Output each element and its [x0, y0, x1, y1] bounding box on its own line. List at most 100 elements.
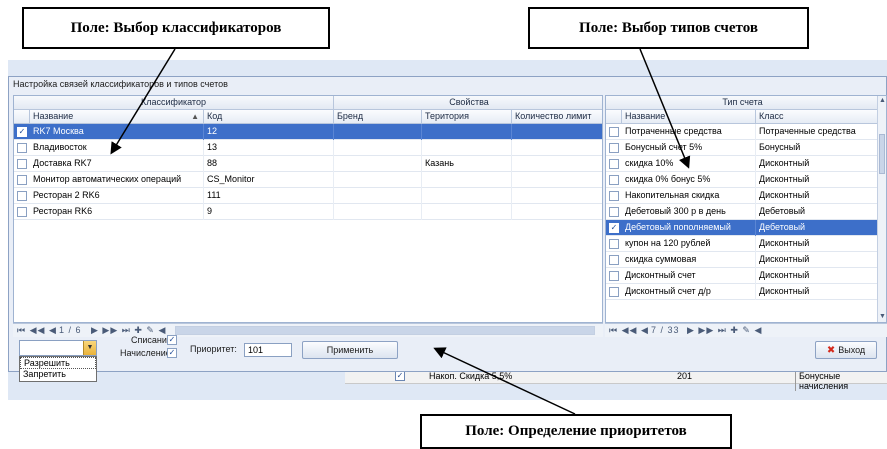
account-type-row[interactable]: скидка суммовая Дисконтный	[606, 252, 886, 268]
navigator-position: 1 / 6	[59, 325, 82, 335]
cell-account-name: купон на 120 рублей	[622, 236, 756, 252]
header-name[interactable]: Название ▲	[30, 110, 204, 124]
navigator-first-prev-icons[interactable]: ⏮ ◀◀ ◀	[609, 325, 649, 336]
row-checkbox[interactable]	[17, 207, 27, 217]
cell-code: CS_Monitor	[204, 172, 334, 188]
row-checkbox[interactable]	[609, 287, 619, 297]
row-checkbox[interactable]	[609, 159, 619, 169]
account-type-row[interactable]: Дебетовый 300 р в день Дебетовый	[606, 204, 886, 220]
close-icon: ✖	[826, 345, 836, 356]
classifier-row[interactable]: Доставка RK7 88 Казань	[14, 156, 602, 172]
cell-code: 13	[204, 140, 334, 156]
cell-code: 9	[204, 204, 334, 220]
cell-brand	[334, 204, 422, 220]
header-limit[interactable]: Количество лимит	[512, 110, 602, 124]
classifiers-grid: Классификатор Свойства Название ▲ Код Бр…	[13, 95, 603, 323]
navigator-position: 7 / 33	[651, 325, 680, 335]
underlying-row-type: Бонусные начисления	[795, 371, 887, 391]
priority-label: Приоритет:	[190, 344, 237, 354]
classifier-row[interactable]: ✓ RK7 Москва 12	[14, 124, 602, 140]
row-checkbox[interactable]	[609, 207, 619, 217]
permission-combobox[interactable]: ▼	[19, 340, 97, 356]
classifier-row[interactable]: Ресторан 2 RK6 111	[14, 188, 602, 204]
account-types-header-row: Название Класс	[606, 110, 886, 124]
classifier-row[interactable]: Монитор автоматических операций CS_Monit…	[14, 172, 602, 188]
apply-button[interactable]: Применить	[302, 341, 398, 359]
classifier-row[interactable]: Владивосток 13	[14, 140, 602, 156]
account-type-row[interactable]: Дисконтный счет Дисконтный	[606, 268, 886, 284]
cell-code: 111	[204, 188, 334, 204]
cell-code: 12	[204, 124, 334, 140]
classifier-row[interactable]: Ресторан RK6 9	[14, 204, 602, 220]
cell-account-name: скидка 10%	[622, 156, 756, 172]
write-off-checkbox[interactable]: ✓	[167, 335, 177, 345]
header-code[interactable]: Код	[204, 110, 334, 124]
horizontal-scrollbar[interactable]	[175, 326, 595, 335]
row-checkbox[interactable]: ✓	[17, 127, 27, 137]
classifiers-header-row: Название ▲ Код Бренд Територия Количеств…	[14, 110, 602, 124]
account-type-row[interactable]: скидка 0% бонус 5% Дисконтный	[606, 172, 886, 188]
cell-account-name: скидка 0% бонус 5%	[622, 172, 756, 188]
cell-territory	[422, 172, 512, 188]
navigator-first-prev-icons[interactable]: ⏮ ◀◀ ◀	[17, 325, 57, 336]
account-type-row[interactable]: ✓ Дебетовый пополняемый Дебетовый	[606, 220, 886, 236]
cell-name: RK7 Москва	[30, 124, 204, 140]
account-type-row[interactable]: Потраченные средства Потраченные средств…	[606, 124, 886, 140]
row-checkbox[interactable]	[609, 271, 619, 281]
account-type-row[interactable]: Дисконтный счет д/р Дисконтный	[606, 284, 886, 300]
cell-limit	[512, 156, 602, 172]
classifiers-navigator: ⏮ ◀◀ ◀ 1 / 6 ▶ ▶▶ ⏭ ✚ ✎ ◀	[13, 323, 603, 337]
header-account-class[interactable]: Класс	[756, 110, 879, 124]
row-checkbox[interactable]	[609, 255, 619, 265]
row-checkbox[interactable]	[17, 191, 27, 201]
vertical-scroll-thumb[interactable]	[879, 134, 885, 174]
cell-account-name: Дисконтный счет	[622, 268, 756, 284]
header-territory[interactable]: Територия	[422, 110, 512, 124]
row-checkbox[interactable]	[17, 175, 27, 185]
row-checkbox[interactable]	[609, 127, 619, 137]
cell-name: Ресторан RK6	[30, 204, 204, 220]
cell-account-name: Потраченные средства	[622, 124, 756, 140]
dropdown-option-allow[interactable]: Разрешить	[20, 357, 96, 369]
chevron-down-icon[interactable]: ▼	[83, 341, 96, 355]
underlying-row-value: 201	[677, 371, 693, 381]
vertical-scrollbar[interactable]: ▲ ▼	[877, 96, 886, 322]
account-type-row[interactable]: скидка 10% Дисконтный	[606, 156, 886, 172]
row-checkbox[interactable]	[17, 143, 27, 153]
row-checkbox[interactable]	[17, 159, 27, 169]
row-checkbox[interactable]	[609, 191, 619, 201]
navigator-next-last-icons[interactable]: ▶ ▶▶ ⏭ ✚ ✎ ◀	[687, 325, 762, 336]
cell-territory	[422, 188, 512, 204]
cell-account-class: Бонусный	[756, 140, 879, 156]
cell-account-class: Дисконтный	[756, 188, 879, 204]
dialog-title: Настройка связей классификаторов и типов…	[13, 79, 228, 89]
row-checkbox[interactable]	[609, 239, 619, 249]
exit-button-label: Выход	[838, 345, 866, 355]
cell-brand	[334, 188, 422, 204]
header-account-name[interactable]: Название	[622, 110, 756, 124]
account-type-row[interactable]: Накопительная скидка Дисконтный	[606, 188, 886, 204]
callout-account-types: Поле: Выбор типов счетов	[528, 7, 809, 49]
cell-account-class: Дисконтный	[756, 252, 879, 268]
cell-limit	[512, 172, 602, 188]
cell-account-name: Бонусный счет 5%	[622, 140, 756, 156]
priority-input[interactable]: 101	[244, 343, 292, 357]
exit-button[interactable]: ✖ Выход	[815, 341, 877, 359]
dropdown-option-deny[interactable]: Запретить	[20, 369, 96, 381]
cell-account-class: Дисконтный	[756, 284, 879, 300]
scroll-down-icon[interactable]: ▼	[879, 313, 886, 320]
screenshot-stage: ✓ Накоп. Скидка 5,5% 201 Бонусные начисл…	[0, 0, 887, 449]
callout-classifiers: Поле: Выбор классификаторов	[22, 7, 330, 49]
cell-territory	[422, 124, 512, 140]
account-type-row[interactable]: купон на 120 рублей Дисконтный	[606, 236, 886, 252]
row-checkbox[interactable]	[609, 143, 619, 153]
accrual-checkbox[interactable]: ✓	[167, 348, 177, 358]
row-checkbox[interactable]: ✓	[609, 223, 619, 233]
scroll-up-icon[interactable]: ▲	[879, 97, 886, 104]
cell-account-name: скидка суммовая	[622, 252, 756, 268]
row-checkbox[interactable]	[609, 175, 619, 185]
horizontal-scroll-thumb[interactable]	[176, 327, 594, 334]
header-brand[interactable]: Бренд	[334, 110, 422, 124]
account-type-row[interactable]: Бонусный счет 5% Бонусный	[606, 140, 886, 156]
sort-ascending-icon: ▲	[191, 112, 199, 121]
